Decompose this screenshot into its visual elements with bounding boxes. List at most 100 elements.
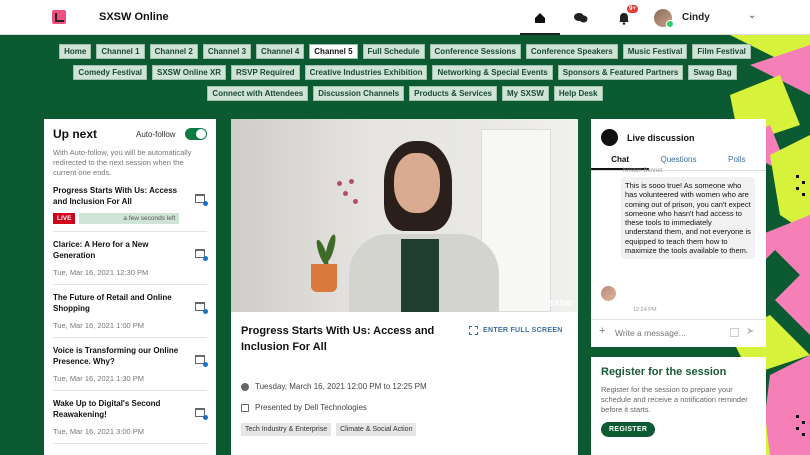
- session-title-main: Progress Starts With Us: Access and Incl…: [241, 325, 435, 353]
- live-session-item[interactable]: Progress Starts With Us: Access and Incl…: [53, 178, 208, 232]
- send-icon[interactable]: ➤: [746, 326, 754, 337]
- discussion-tabs: Chat Questions Polls: [591, 155, 766, 171]
- chevron-down-icon[interactable]: ⌄: [748, 10, 756, 21]
- message-input[interactable]: [615, 328, 725, 338]
- sxsw-logo[interactable]: [52, 10, 66, 24]
- live-discussion-panel: Live discussion Chat Questions Polls Kri…: [591, 119, 766, 347]
- channel-chip[interactable]: Channel 3: [202, 44, 252, 59]
- session-title: The Future of Retail and Online Shopping: [53, 293, 172, 313]
- session-item[interactable]: Wake Up to Digital's Second Reawakening!…: [53, 391, 208, 444]
- channel-chip[interactable]: Music Festival: [622, 44, 688, 59]
- user-name[interactable]: Cindy: [682, 12, 710, 23]
- add-to-calendar-icon[interactable]: [195, 408, 208, 420]
- autofollow-description: With Auto-follow, you will be automatica…: [53, 148, 192, 177]
- plant-leaf: [323, 233, 338, 263]
- channel-chip[interactable]: RSVP Required: [231, 65, 300, 80]
- fullscreen-label: ENTER FULL SCREEN: [483, 327, 563, 334]
- tab-polls[interactable]: Polls: [708, 155, 766, 170]
- session-datetime-text: Tuesday, March 16, 2021 12:00 PM to 12:2…: [255, 382, 427, 391]
- session-time: Tue, Mar 16, 2021 1:00 PM: [53, 321, 145, 330]
- live-badge: LIVE: [53, 213, 76, 224]
- notification-count-badge: 9+: [627, 5, 638, 13]
- plant-pot: [311, 264, 337, 292]
- message-author: Kristen Bennet: [623, 168, 663, 174]
- register-panel: Register for the session Register for th…: [591, 357, 766, 455]
- chat-message-bubble: This is sooo true! As someone who has vo…: [621, 177, 755, 260]
- orchid-blossom: [343, 191, 348, 196]
- session-item[interactable]: The Future of Retail and Online Shopping…: [53, 285, 208, 338]
- message-time: 12:24 PM: [633, 307, 657, 313]
- up-next-panel: Up next Auto-follow With Auto-follow, yo…: [44, 119, 216, 455]
- channel-chip[interactable]: Networking & Special Events: [432, 65, 553, 80]
- session-title: Voice is Transforming our Online Presenc…: [53, 346, 179, 366]
- session-item[interactable]: Clarice: A Hero for a New Generation Tue…: [53, 232, 208, 285]
- add-attachment-icon[interactable]: +: [599, 325, 605, 337]
- channel-chip[interactable]: Creative Industries Exhibition: [304, 65, 428, 80]
- session-time: Tue, Mar 16, 2021 3:00 PM: [53, 427, 145, 436]
- channel-chip[interactable]: Channel 5: [309, 44, 358, 59]
- discussion-header: Live discussion: [601, 129, 695, 146]
- channel-chip[interactable]: Products & Services: [409, 86, 497, 101]
- channel-chip[interactable]: Film Festival: [692, 44, 751, 59]
- channel-chip[interactable]: Sponsors & Featured Partners: [557, 65, 684, 80]
- channel-chip[interactable]: Discussion Channels: [313, 86, 405, 101]
- message-composer: + ➤: [591, 319, 766, 347]
- speaker-top: [401, 239, 439, 312]
- add-to-calendar-icon[interactable]: [195, 194, 208, 206]
- message-author-avatar[interactable]: [601, 286, 616, 301]
- channel-chip[interactable]: Channel 4: [256, 44, 305, 59]
- channel-chip[interactable]: Swag Bag: [688, 65, 737, 80]
- register-button[interactable]: REGISTER: [601, 422, 656, 437]
- session-tags: Tech Industry & Enterprise Climate & Soc…: [241, 423, 417, 436]
- fullscreen-button[interactable]: ENTER FULL SCREEN: [469, 326, 563, 335]
- notifications-bell-icon[interactable]: 9+: [612, 5, 638, 29]
- add-to-calendar-icon[interactable]: [195, 355, 208, 367]
- channel-chip[interactable]: Channel 1: [96, 44, 145, 59]
- app-title: SXSW Online: [99, 11, 169, 23]
- channel-chip[interactable]: Connect with Attendees: [207, 86, 309, 101]
- emoji-icon[interactable]: [730, 328, 739, 337]
- channel-chip[interactable]: Home: [59, 44, 92, 59]
- fullscreen-icon: [469, 326, 478, 335]
- user-avatar[interactable]: [654, 9, 674, 28]
- session-time: Tue, Mar 16, 2021 12:30 PM: [53, 268, 149, 277]
- session-item[interactable]: Voice is Transforming our Online Presenc…: [53, 338, 208, 391]
- discussion-title: Live discussion: [627, 132, 695, 143]
- up-next-title: Up next: [53, 127, 98, 141]
- speaker-face: [394, 153, 440, 213]
- channel-chip[interactable]: Conference Speakers: [525, 44, 618, 59]
- channel-chip[interactable]: Full Schedule: [362, 44, 425, 59]
- channel-chip[interactable]: Channel 2: [149, 44, 198, 59]
- orchid-blossom: [353, 199, 358, 204]
- chat-icon[interactable]: [569, 7, 593, 29]
- channel-chip[interactable]: SXSW Online XR: [152, 65, 227, 80]
- session-tag[interactable]: Climate & Social Action: [336, 423, 417, 436]
- session-main: SXSW Progress Starts With Us: Access and…: [231, 119, 578, 455]
- countdown-bar: a few seconds left: [79, 213, 180, 224]
- session-presenter-text: Presented by Dell Technologies: [255, 403, 367, 412]
- video-watermark: SXSW: [548, 299, 572, 308]
- home-icon[interactable]: [520, 7, 560, 35]
- channel-chip[interactable]: Help Desk: [553, 86, 603, 101]
- session-presenter: Presented by Dell Technologies: [241, 403, 367, 412]
- video-player[interactable]: SXSW: [231, 119, 578, 312]
- session-title: Progress Starts With Us: Access and Incl…: [53, 186, 178, 206]
- channel-chip[interactable]: Conference Sessions: [429, 44, 521, 59]
- orchid-blossom: [337, 181, 342, 186]
- building-icon: [241, 403, 249, 412]
- session-tag[interactable]: Tech Industry & Enterprise: [241, 423, 332, 436]
- autofollow-toggle[interactable]: [185, 128, 207, 140]
- channel-chip[interactable]: My SXSW: [501, 86, 549, 101]
- add-to-calendar-icon[interactable]: [195, 249, 208, 261]
- top-bar: SXSW Online 9+ Cindy ⌄: [0, 0, 810, 35]
- session-title: Wake Up to Digital's Second Reawakening!: [53, 399, 161, 419]
- channel-nav: Home Channel 1 Channel 2 Channel 3 Channel 4…: [40, 44, 770, 101]
- channel-chip[interactable]: Comedy Festival: [73, 65, 147, 80]
- register-description: Register for the session to prepare your…: [601, 385, 748, 414]
- session-time: Tue, Mar 16, 2021 1:30 PM: [53, 374, 145, 383]
- orchid-blossom: [349, 179, 354, 184]
- add-to-calendar-icon[interactable]: [195, 302, 208, 314]
- chat-bubble-icon: [601, 129, 618, 146]
- session-title: Clarice: A Hero for a New Generation: [53, 240, 149, 260]
- register-title: Register for the session: [601, 366, 727, 378]
